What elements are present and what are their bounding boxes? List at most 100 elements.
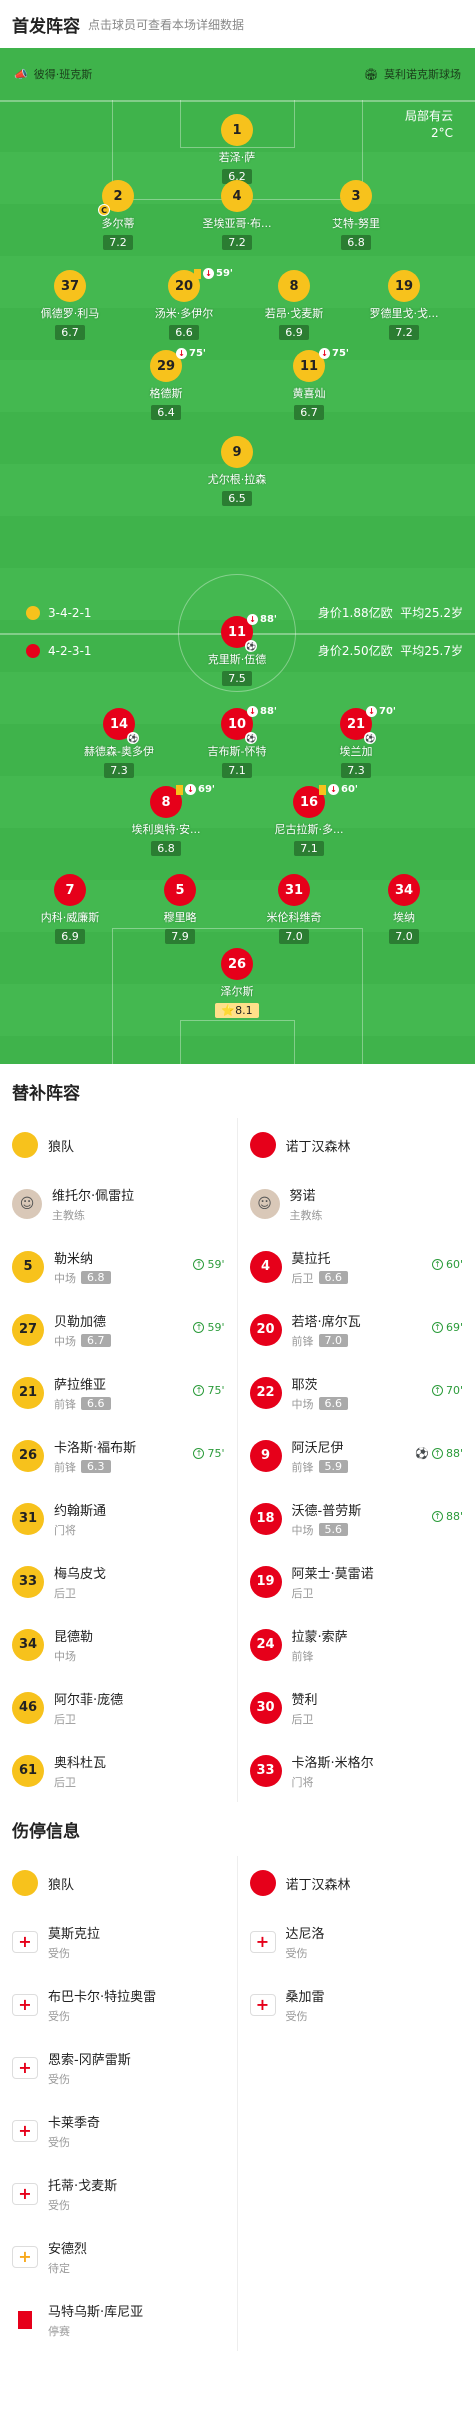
pitch-player[interactable]: 1 若泽·萨 6.2 <box>189 114 285 184</box>
pitch-player[interactable]: 9 尤尔根·拉森 6.5 <box>189 436 285 506</box>
pitch-player[interactable]: 16 ↓ 60' 尼古拉斯·多... 7.1 <box>261 784 358 856</box>
injuries-away-col: 诺丁汉森林 + 达尼洛 受伤 + 桑加雷 受伤 <box>238 1856 475 2351</box>
sub-player-row[interactable]: 22 耶茨 中场 6.6 ↑ 70' <box>238 1361 475 1424</box>
pitch-left-team: 📣 彼得·班克斯 <box>14 67 93 82</box>
player-name: 埃利奥特·安... <box>131 823 201 836</box>
sub-player-row[interactable]: 33 卡洛斯·米格尔 门将 <box>238 1739 475 1802</box>
sub-player-row[interactable]: 30 赞利 后卫 <box>238 1676 475 1739</box>
sub-position: 后卫 <box>291 1586 314 1600</box>
sub-name: 莫拉托 <box>291 1251 331 1267</box>
weather-temp: 2°C <box>430 126 453 140</box>
sub-out-icon: ↓ <box>328 784 339 795</box>
sub-out-icon: ↓ <box>319 348 330 359</box>
injury-row[interactable]: + 达尼洛 受伤 <box>238 1910 475 1973</box>
pitch-player[interactable]: 10 ⚽ ↓ 88' 吉布斯-怀特 7.1 <box>189 706 285 778</box>
subs-home-col: 狼队 ☺ 维托尔·佩雷拉 主教练 5 勒米纳 中场 6.8 ↑ 59' 27 贝勒加德 中场 6.7… <box>0 1118 238 1802</box>
wolves-logo-icon <box>12 1132 38 1158</box>
player-number: 8 ↓ 69' <box>150 784 215 818</box>
injury-row[interactable]: + 恩索-冈萨雷斯 受伤 <box>0 2036 237 2099</box>
pitch-player[interactable]: 34 埃纳 7.0 <box>356 874 452 944</box>
injuries-away-team[interactable]: 诺丁汉森林 <box>238 1856 475 1910</box>
sub-player-row[interactable]: 18 沃德-普劳斯 中场 5.6 ↑ 88' <box>238 1487 475 1550</box>
pitch-player[interactable]: 20 ↓ 59' 汤米·多伊尔 6.6 <box>136 268 233 340</box>
captain-icon: C <box>98 204 110 216</box>
sub-player-row[interactable]: 24 拉蒙·索萨 前锋 <box>238 1613 475 1676</box>
pitch-team-row: 📣 彼得·班克斯 🏟 莫利诺克斯球场 <box>0 48 475 100</box>
goal-icon: ⚽ <box>245 732 257 744</box>
sub-player-row[interactable]: 26 卡洛斯·福布斯 前锋 6.3 ↑ 75' <box>0 1424 237 1487</box>
yellow-card-icon <box>176 784 183 795</box>
subs-columns: 狼队 ☺ 维托尔·佩雷拉 主教练 5 勒米纳 中场 6.8 ↑ 59' 27 贝勒加德 中场 6.7… <box>0 1118 475 1802</box>
pitch-player[interactable]: 26 泽尔斯 ⭐8.1 <box>189 948 285 1018</box>
sub-in-icon: ↑ <box>193 1448 205 1459</box>
player-name: 尤尔根·拉森 <box>207 473 267 486</box>
injury-status: 受伤 <box>285 1946 308 1960</box>
sub-in-icon: ↑ <box>431 1448 443 1459</box>
sub-player-row[interactable]: 5 勒米纳 中场 6.8 ↑ 59' <box>0 1235 237 1298</box>
pitch-player[interactable]: 19 罗德里戈·戈... 7.2 <box>356 270 452 340</box>
sub-player-row[interactable]: 31 约翰斯通 门将 <box>0 1487 237 1550</box>
pitch-player[interactable]: 37 佩德罗·利马 6.7 <box>22 270 118 340</box>
pitch-player[interactable]: 8 ↓ 69' 埃利奥特·安... 6.8 <box>118 784 215 856</box>
injury-status: 受伤 <box>285 2009 308 2023</box>
player-rating: 7.0 <box>279 929 309 944</box>
sub-player-row[interactable]: 21 萨拉维亚 前锋 6.6 ↑ 75' <box>0 1361 237 1424</box>
injury-row[interactable]: + 托蒂·戈麦斯 受伤 <box>0 2162 237 2225</box>
player-name: 佩德罗·利马 <box>40 307 100 320</box>
injury-row[interactable]: + 安德烈 待定 <box>0 2225 237 2288</box>
sub-in: ↑ 70' <box>431 1384 463 1397</box>
pitch-player[interactable]: 7 内科·威廉斯 6.9 <box>22 874 118 944</box>
player-number: 14 ⚽ <box>103 708 139 744</box>
sub-player-row[interactable]: 33 梅乌皮戈 后卫 <box>0 1550 237 1613</box>
pitch-player[interactable]: 3 艾特-努里 6.8 <box>308 180 404 250</box>
pitch-player[interactable]: 29 ↓ 75' 格德斯 6.4 <box>118 348 214 420</box>
away-coach[interactable]: ☺ 努诺 主教练 <box>238 1172 475 1235</box>
injury-row[interactable]: + 卡莱季奇 受伤 <box>0 2099 237 2162</box>
injury-row[interactable]: + 桑加雷 受伤 <box>238 1973 475 2036</box>
sub-number: 19 <box>249 1565 282 1598</box>
sub-number: 61 <box>12 1754 44 1787</box>
yellow-card-icon <box>319 784 326 795</box>
sub-player-row[interactable]: 61 奥科杜瓦 后卫 <box>0 1739 237 1802</box>
sub-player-row[interactable]: 19 阿莱士·莫雷诺 后卫 <box>238 1550 475 1613</box>
player-number: 31 <box>278 874 310 906</box>
injury-row[interactable]: + 莫斯克拉 受伤 <box>0 1910 237 1973</box>
weather-text: 局部有云 <box>404 109 453 123</box>
sub-player-row[interactable]: 20 若塔·席尔瓦 前锋 7.0 ↑ 69' <box>238 1298 475 1361</box>
injury-status: 受伤 <box>48 2198 70 2212</box>
injuries-home-team[interactable]: 狼队 <box>0 1856 237 1910</box>
sub-position: 后卫 <box>54 1775 76 1789</box>
sub-in-icon: ↑ <box>431 1322 443 1333</box>
pitch-player[interactable]: 31 米伦科维奇 7.0 <box>246 874 342 944</box>
injury-status: 受伤 <box>48 2009 70 2023</box>
sub-player-row[interactable]: 46 阿尔菲·庞德 后卫 <box>0 1676 237 1739</box>
pitch-player[interactable]: 4 圣埃亚哥·布... 7.2 <box>189 180 285 250</box>
red-card-icon <box>12 2309 38 2331</box>
pitch-player[interactable]: 8 若昂·戈麦斯 6.9 <box>246 270 342 340</box>
pitch-player[interactable]: 14 ⚽ 赫德森-奥多伊 7.3 <box>71 708 167 778</box>
coach-avatar: ☺ <box>249 1188 280 1219</box>
sub-in-icon: ↑ <box>431 1385 443 1396</box>
sub-rating: 6.7 <box>81 1334 111 1347</box>
injury-row[interactable]: + 布巴卡尔·特拉奥雷 受伤 <box>0 1973 237 2036</box>
injury-row[interactable]: 马特乌斯·库尼亚 停赛 <box>0 2288 237 2351</box>
sub-player-row[interactable]: 4 莫拉托 后卫 6.6 ↑ 60' <box>238 1235 475 1298</box>
sub-name: 赞利 <box>291 1692 318 1708</box>
pitch-player[interactable]: 5 穆里略 7.9 <box>132 874 228 944</box>
sub-player-row[interactable]: 34 昆德勒 中场 <box>0 1613 237 1676</box>
player-event: ↓ 75' <box>319 348 349 359</box>
pitch-player[interactable]: 11 ↓ 75' 黄喜灿 6.7 <box>261 348 357 420</box>
sub-name: 贝勒加德 <box>54 1314 107 1330</box>
pitch-player[interactable]: 21 ⚽ ↓ 70' 埃兰加 7.3 <box>308 706 404 778</box>
player-rating: 6.7 <box>55 325 85 340</box>
home-coach[interactable]: ☺ 维托尔·佩雷拉 主教练 <box>0 1172 237 1235</box>
subs-home-team[interactable]: 狼队 <box>0 1118 237 1172</box>
pitch-player[interactable]: 2 C 多尔蒂 7.2 <box>70 180 166 250</box>
subs-away-team[interactable]: 诺丁汉森林 <box>238 1118 475 1172</box>
sub-player-row[interactable]: 27 贝勒加德 中场 6.7 ↑ 59' <box>0 1298 237 1361</box>
injured-player-name: 托蒂·戈麦斯 <box>48 2178 118 2194</box>
wolves-logo-icon <box>12 1870 38 1896</box>
sub-player-row[interactable]: 9 阿沃尼伊 前锋 5.9 ⚽ ↑ 88' <box>238 1424 475 1487</box>
player-name: 若泽·萨 <box>218 151 256 164</box>
injured-player-name: 马特乌斯·库尼亚 <box>48 2304 144 2320</box>
